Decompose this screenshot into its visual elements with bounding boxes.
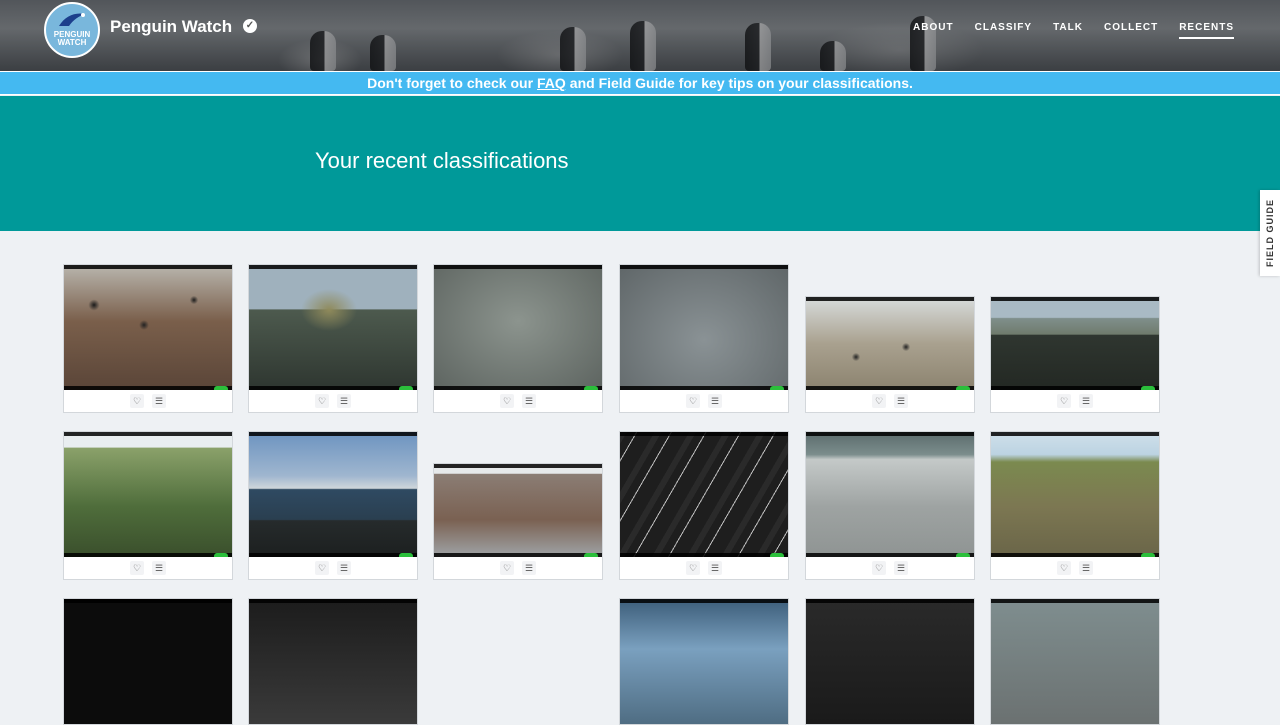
- main-nav: ABOUT CLASSIFY TALK COLLECT RECENTS: [913, 22, 1234, 39]
- subject-thumbnail[interactable]: [64, 265, 232, 390]
- site-header: PENGUIN WATCH Penguin Watch ✓ ABOUT CLAS…: [0, 0, 1280, 71]
- list-icon[interactable]: ☰: [894, 561, 908, 575]
- penguin-logo-icon: [59, 13, 85, 26]
- nav-talk[interactable]: TALK: [1053, 22, 1083, 39]
- hero-section: Your recent classifications: [0, 96, 1280, 231]
- heart-icon[interactable]: ♡: [686, 394, 700, 408]
- page-title: Your recent classifications: [315, 148, 569, 173]
- subject-thumbnail[interactable]: [806, 297, 974, 390]
- classification-card[interactable]: [990, 598, 1160, 725]
- heart-icon[interactable]: ♡: [315, 394, 329, 408]
- classification-card[interactable]: ♡ ☰: [619, 264, 789, 413]
- classification-card[interactable]: ♡ ☰: [805, 296, 975, 413]
- list-icon[interactable]: ☰: [337, 561, 351, 575]
- subject-thumbnail[interactable]: [991, 297, 1159, 390]
- subject-thumbnail[interactable]: [434, 464, 602, 557]
- check-badge-icon: ✓: [243, 19, 257, 33]
- nav-collect[interactable]: COLLECT: [1104, 22, 1158, 39]
- list-icon[interactable]: ☰: [1079, 394, 1093, 408]
- subject-thumbnail[interactable]: [249, 432, 417, 557]
- subject-thumbnail[interactable]: [991, 432, 1159, 557]
- subject-thumbnail[interactable]: [64, 599, 232, 724]
- classification-card[interactable]: ♡ ☰: [805, 431, 975, 580]
- heart-icon[interactable]: ♡: [686, 561, 700, 575]
- classification-card[interactable]: ♡ ☰: [433, 264, 603, 413]
- logo-text: PENGUIN WATCH: [53, 30, 91, 47]
- classification-card[interactable]: [619, 598, 789, 725]
- list-icon[interactable]: ☰: [152, 394, 166, 408]
- nav-classify[interactable]: CLASSIFY: [975, 22, 1032, 39]
- heart-icon[interactable]: ♡: [500, 394, 514, 408]
- subject-thumbnail[interactable]: [64, 432, 232, 557]
- list-icon[interactable]: ☰: [337, 394, 351, 408]
- subject-thumbnail[interactable]: [249, 265, 417, 390]
- heart-icon[interactable]: ♡: [500, 561, 514, 575]
- subject-thumbnail[interactable]: [806, 432, 974, 557]
- classification-card[interactable]: [63, 598, 233, 725]
- project-name[interactable]: Penguin Watch: [110, 17, 232, 37]
- tips-banner: Don't forget to check our FAQ and Field …: [0, 71, 1280, 95]
- subject-thumbnail[interactable]: [249, 599, 417, 724]
- list-icon[interactable]: ☰: [522, 561, 536, 575]
- list-icon[interactable]: ☰: [522, 394, 536, 408]
- heart-icon[interactable]: ♡: [130, 394, 144, 408]
- classification-card[interactable]: ♡ ☰: [63, 264, 233, 413]
- classification-card[interactable]: [248, 598, 418, 725]
- list-icon[interactable]: ☰: [1079, 561, 1093, 575]
- project-logo[interactable]: PENGUIN WATCH: [44, 2, 100, 58]
- classification-card[interactable]: ♡ ☰: [619, 431, 789, 580]
- classification-card[interactable]: [805, 598, 975, 725]
- field-guide-label: FIELD GUIDE: [1265, 198, 1276, 268]
- heart-icon[interactable]: ♡: [872, 394, 886, 408]
- classification-card[interactable]: ♡ ☰: [63, 431, 233, 580]
- subject-thumbnail[interactable]: [434, 265, 602, 390]
- classification-card[interactable]: ♡ ☰: [990, 296, 1160, 413]
- list-icon[interactable]: ☰: [152, 561, 166, 575]
- classification-card[interactable]: ♡ ☰: [990, 431, 1160, 580]
- heart-icon[interactable]: ♡: [872, 561, 886, 575]
- nav-recents[interactable]: RECENTS: [1179, 22, 1234, 39]
- heart-icon[interactable]: ♡: [1057, 561, 1071, 575]
- banner-suffix: and Field Guide for key tips on your cla…: [569, 75, 913, 91]
- subject-thumbnail[interactable]: [620, 432, 788, 557]
- list-icon[interactable]: ☰: [708, 394, 722, 408]
- heart-icon[interactable]: ♡: [1057, 394, 1071, 408]
- heart-icon[interactable]: ♡: [130, 561, 144, 575]
- faq-link[interactable]: FAQ: [537, 75, 566, 91]
- classification-card[interactable]: ♡ ☰: [248, 264, 418, 413]
- list-icon[interactable]: ☰: [708, 561, 722, 575]
- heart-icon[interactable]: ♡: [315, 561, 329, 575]
- subject-thumbnail[interactable]: [620, 265, 788, 390]
- field-guide-tab[interactable]: FIELD GUIDE: [1260, 190, 1280, 276]
- subject-thumbnail[interactable]: [806, 599, 974, 724]
- subject-thumbnail[interactable]: [620, 599, 788, 724]
- banner-prefix: Don't forget to check our: [367, 75, 534, 91]
- classification-card[interactable]: ♡ ☰: [248, 431, 418, 580]
- nav-about[interactable]: ABOUT: [913, 22, 954, 39]
- subject-thumbnail[interactable]: [991, 599, 1159, 724]
- list-icon[interactable]: ☰: [894, 394, 908, 408]
- classification-card[interactable]: ♡ ☰: [433, 463, 603, 580]
